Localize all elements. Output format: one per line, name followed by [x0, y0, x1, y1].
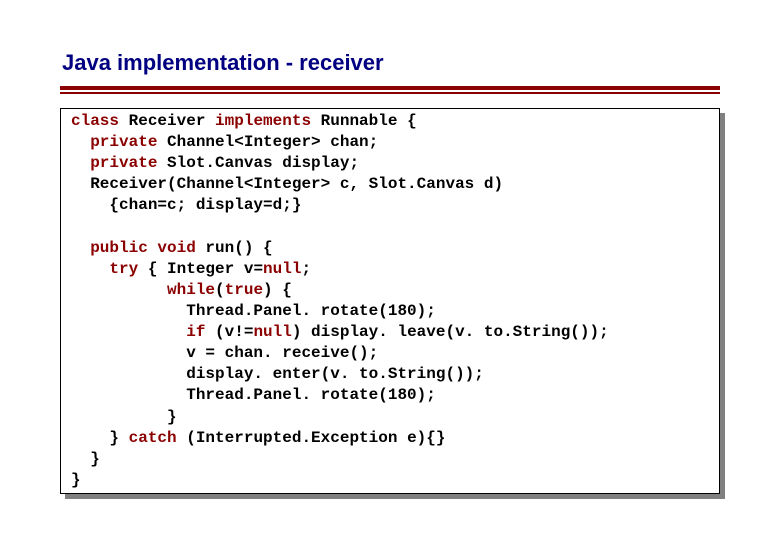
kw-catch: catch	[129, 429, 177, 447]
kw-public: public	[90, 239, 148, 257]
code-container: class Receiver implements Runnable { pri…	[60, 108, 720, 494]
code-text: }	[71, 450, 100, 468]
code-text: }	[71, 429, 129, 447]
kw-true: true	[225, 281, 263, 299]
kw-null: null	[253, 323, 291, 341]
slide-title: Java implementation - receiver	[62, 50, 720, 76]
kw-private: private	[90, 133, 157, 151]
kw-try: try	[109, 260, 138, 278]
slide: Java implementation - receiver class Rec…	[0, 0, 780, 540]
kw-void: void	[157, 239, 195, 257]
divider-thick	[60, 86, 720, 90]
code-text: { Integer v=	[138, 260, 263, 278]
code-text: {chan=c; display=d;}	[71, 196, 301, 214]
divider-thin	[60, 92, 720, 94]
code-text	[148, 239, 158, 257]
code-text: ) display. leave(v. to.String());	[292, 323, 609, 341]
code-text: }	[71, 471, 81, 489]
kw-while: while	[167, 281, 215, 299]
code-text	[71, 281, 167, 299]
code-text: Thread.Panel. rotate(180);	[71, 302, 436, 320]
kw-null: null	[263, 260, 301, 278]
code-text: Receiver(Channel<Integer> c, Slot.Canvas…	[71, 175, 503, 193]
kw-private: private	[90, 154, 157, 172]
code-text: ;	[301, 260, 311, 278]
code-text: ) {	[263, 281, 292, 299]
code-text: Thread.Panel. rotate(180);	[71, 386, 436, 404]
kw-if: if	[186, 323, 205, 341]
code-text: Receiver	[119, 112, 215, 130]
code-text: v = chan. receive();	[71, 344, 378, 362]
title-divider	[60, 86, 720, 94]
code-box: class Receiver implements Runnable { pri…	[60, 108, 720, 494]
kw-implements: implements	[215, 112, 311, 130]
code-text: }	[71, 408, 177, 426]
code-text: (v!=	[205, 323, 253, 341]
code-text: run() {	[196, 239, 273, 257]
code-text: (Interrupted.Exception e){}	[177, 429, 446, 447]
code-text: Channel<Integer> chan;	[157, 133, 378, 151]
code-text: display. enter(v. to.String());	[71, 365, 484, 383]
code-text	[71, 323, 186, 341]
kw-class: class	[71, 112, 119, 130]
code-text: (	[215, 281, 225, 299]
code-text: Slot.Canvas display;	[157, 154, 359, 172]
code-text: Runnable {	[311, 112, 417, 130]
